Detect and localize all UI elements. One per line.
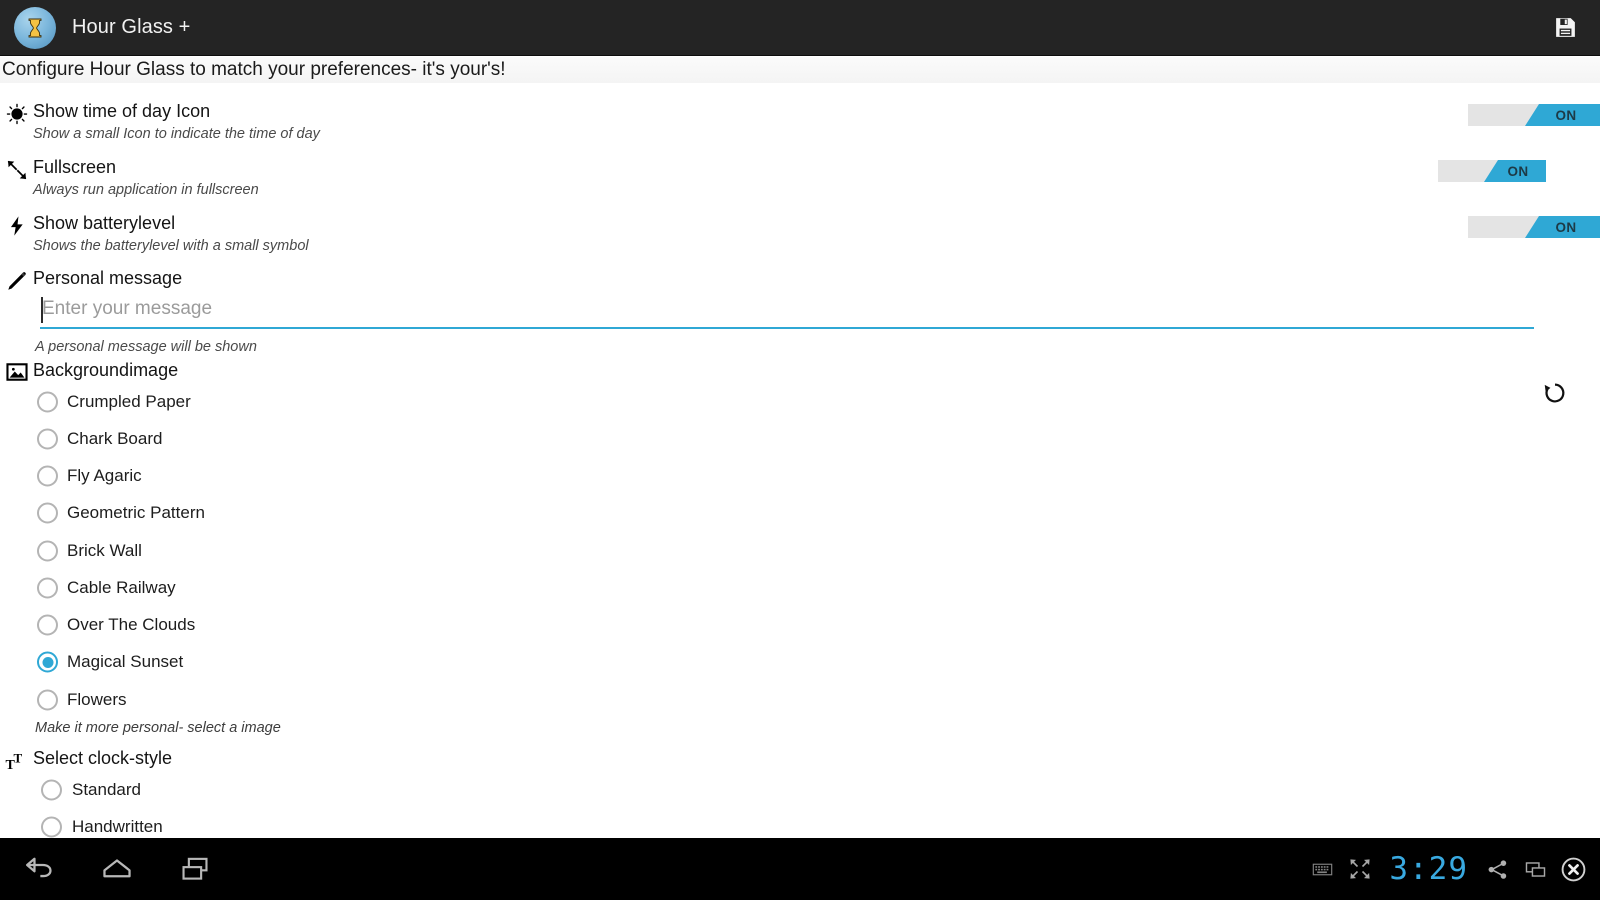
personal-message-field-wrap bbox=[40, 295, 1534, 329]
radio-indicator bbox=[37, 689, 58, 711]
text-caret bbox=[41, 297, 43, 323]
radio-label: Fly Agaric bbox=[67, 466, 142, 485]
expand-fullscreen-icon[interactable] bbox=[1341, 838, 1379, 900]
recent-apps-icon[interactable] bbox=[156, 838, 234, 900]
preference-summary: A personal message will be shown bbox=[35, 339, 257, 355]
brightness-sun-icon bbox=[5, 102, 29, 126]
radio-cable-railway[interactable]: Cable Railway bbox=[0, 573, 1600, 603]
keyboard-icon[interactable] bbox=[1303, 838, 1341, 900]
radio-label: Crumpled Paper bbox=[67, 392, 191, 411]
share-icon[interactable] bbox=[1478, 838, 1516, 900]
radio-label: Over The Clouds bbox=[67, 615, 196, 634]
radio-label: Standard bbox=[72, 780, 141, 799]
radio-indicator bbox=[41, 779, 62, 801]
radio-standard[interactable]: Standard bbox=[0, 775, 1600, 805]
toggle-state-label: ON bbox=[1555, 219, 1577, 235]
save-floppy-icon[interactable] bbox=[1548, 11, 1582, 45]
radio-fly-agaric[interactable]: Fly Agaric bbox=[0, 461, 1600, 491]
preference-summary: Always run application in fullscreen bbox=[33, 182, 259, 198]
radio-indicator bbox=[37, 540, 58, 562]
preference-title: Personal message bbox=[33, 268, 183, 288]
radio-indicator bbox=[37, 428, 58, 450]
preference-summary: Show a small Icon to indicate the time o… bbox=[33, 126, 320, 142]
action-bar: Hour Glass + bbox=[0, 0, 1600, 56]
page-subtitle: Configure Hour Glass to match your prefe… bbox=[0, 57, 1600, 83]
preference-title: Show batterylevel bbox=[33, 213, 176, 233]
radio-over-the-clouds[interactable]: Over The Clouds bbox=[0, 610, 1600, 640]
preference-summary: Shows the batterylevel with a small symb… bbox=[33, 238, 309, 254]
radio-label: Cable Railway bbox=[67, 578, 176, 597]
toggle-state-label: ON bbox=[1555, 107, 1577, 123]
text-size-icon: T T bbox=[5, 748, 29, 773]
radio-chark-board[interactable]: Chark Board bbox=[0, 424, 1600, 454]
radio-label: Flowers bbox=[67, 690, 127, 709]
backgroundimage-footer: Make it more personal- select a image bbox=[35, 720, 281, 736]
radio-flowers[interactable]: Flowers bbox=[0, 685, 1600, 715]
radio-label: Brick Wall bbox=[67, 541, 142, 560]
preference-row-fullscreen[interactable]: Fullscreen Always run application in ful… bbox=[0, 156, 1600, 208]
app-title: Hour Glass + bbox=[72, 16, 191, 38]
preference-group-title: Backgroundimage bbox=[33, 360, 179, 380]
preference-title: Fullscreen bbox=[33, 157, 117, 177]
radio-label: Handwritten bbox=[72, 817, 163, 836]
home-icon[interactable] bbox=[78, 838, 156, 900]
hourglass-icon bbox=[14, 6, 56, 49]
toggle-show-time-of-day-icon[interactable]: ON bbox=[1468, 104, 1600, 126]
toggle-show-batterylevel[interactable]: ON bbox=[1468, 216, 1600, 238]
svg-text:T: T bbox=[14, 751, 23, 766]
preference-group-clock-style: T T Select clock-style bbox=[0, 748, 1600, 778]
radio-indicator bbox=[41, 816, 62, 838]
radio-geometric-pattern[interactable]: Geometric Pattern bbox=[0, 498, 1600, 528]
radio-label: Geometric Pattern bbox=[67, 503, 205, 522]
preference-row-show-batterylevel[interactable]: Show batterylevel Shows the batterylevel… bbox=[0, 212, 1600, 264]
preference-group-title: Select clock-style bbox=[33, 748, 173, 768]
picture-image-icon bbox=[5, 360, 29, 384]
status-clock: 3:29 bbox=[1389, 851, 1468, 887]
radio-indicator bbox=[37, 502, 58, 524]
radio-indicator bbox=[37, 577, 58, 599]
radio-label: Chark Board bbox=[67, 429, 163, 448]
android-settings-screen: Hour Glass + Configure Hour Glass to mat… bbox=[0, 0, 1600, 900]
radio-crumpled-paper[interactable]: Crumpled Paper bbox=[0, 387, 1600, 417]
radio-indicator bbox=[37, 465, 58, 487]
nav-right-group: 3:29 bbox=[1303, 838, 1592, 900]
radio-indicator bbox=[37, 614, 58, 636]
preference-row-show-time-of-day-icon[interactable]: Show time of day Icon Show a small Icon … bbox=[0, 100, 1600, 152]
pencil-icon bbox=[5, 269, 29, 293]
radio-indicator bbox=[37, 651, 58, 673]
back-arrow-icon[interactable] bbox=[0, 838, 78, 900]
personal-message-input[interactable] bbox=[40, 295, 1534, 329]
preferences-content: Show time of day Icon Show a small Icon … bbox=[0, 84, 1600, 838]
preference-group-backgroundimage: Backgroundimage bbox=[0, 360, 1600, 390]
toggle-fullscreen[interactable]: ON bbox=[1438, 160, 1546, 182]
android-navigation-bar: 3:29 bbox=[0, 838, 1600, 900]
fullscreen-arrows-icon bbox=[5, 158, 29, 182]
preference-row-personal-message: Personal message A personal message will… bbox=[0, 267, 1600, 357]
radio-indicator bbox=[37, 391, 58, 413]
preference-title: Show time of day Icon bbox=[33, 101, 211, 121]
radio-brick-wall[interactable]: Brick Wall bbox=[0, 536, 1600, 566]
window-resize-icon[interactable] bbox=[1516, 838, 1554, 900]
radio-magical-sunset[interactable]: Magical Sunset bbox=[0, 647, 1600, 677]
nav-left-group bbox=[0, 838, 234, 900]
toggle-state-label: ON bbox=[1507, 163, 1529, 179]
close-circle-icon[interactable] bbox=[1554, 838, 1592, 900]
radio-label: Magical Sunset bbox=[67, 652, 184, 671]
lightning-bolt-icon bbox=[5, 214, 29, 238]
